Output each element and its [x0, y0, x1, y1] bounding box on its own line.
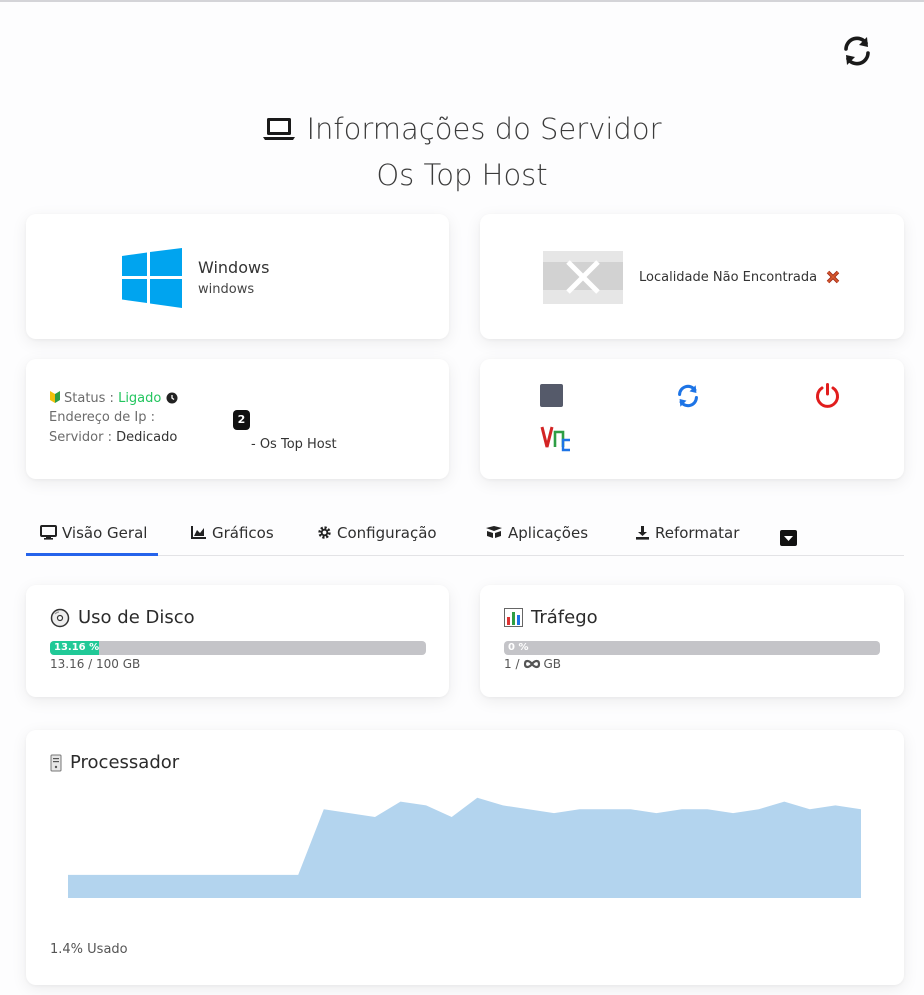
- refresh-page-icon[interactable]: [840, 34, 874, 68]
- cross-mark-icon: [826, 269, 840, 288]
- ip-label: Endereço de Ip :: [49, 410, 155, 425]
- restart-icon[interactable]: [675, 383, 701, 413]
- status-value: Ligado: [118, 391, 162, 406]
- tab-bar: Visão Geral Gráficos Configuração Aplica…: [26, 514, 904, 556]
- tab-dropdown-toggle[interactable]: [780, 530, 797, 546]
- disk-progress-bar: 13.16 %: [50, 641, 426, 655]
- disk-usage-text: 13.16 / 100 GB: [50, 657, 141, 671]
- status-row: Status : Ligado: [49, 390, 178, 408]
- traffic-usage-text: 1 / GB: [504, 657, 562, 671]
- processor-card: Processador 1.4% Usado: [26, 730, 904, 985]
- tab-aplicacoes[interactable]: Aplicações: [485, 514, 588, 556]
- gear-icon: [318, 526, 331, 539]
- stop-icon[interactable]: [540, 384, 563, 411]
- power-icon[interactable]: [814, 382, 841, 413]
- download-icon: [636, 526, 649, 540]
- server-value: Dedicado: [116, 430, 178, 445]
- boxes-icon: [486, 526, 502, 538]
- tab-label: Visão Geral: [62, 524, 148, 542]
- status-label: Status :: [64, 391, 114, 406]
- traffic-percent-label: 0 %: [508, 642, 529, 653]
- page-title-text: Informações do Servidor: [306, 112, 662, 146]
- vnc-icon[interactable]: [540, 423, 572, 457]
- count-badge: 2: [233, 408, 250, 430]
- disc-icon: [50, 608, 70, 627]
- tab-configuracao[interactable]: Configuração: [317, 514, 437, 556]
- server-tower-icon: [50, 754, 62, 771]
- cpu-area-series: [68, 797, 861, 898]
- os-card: Windows windows: [26, 214, 449, 339]
- clock-icon: [166, 392, 178, 408]
- infinity-icon: [523, 659, 540, 669]
- os-name: Windows: [198, 258, 270, 277]
- traffic-progress-bar: 0 %: [504, 641, 880, 655]
- server-row: Servidor : Dedicado: [49, 430, 177, 445]
- caret-down-icon: [784, 536, 793, 541]
- beginner-badge-icon: [49, 390, 61, 408]
- actions-card: [480, 359, 904, 479]
- tab-label: Gráficos: [212, 524, 274, 542]
- traffic-title: Tráfego: [504, 607, 598, 628]
- tab-reformatar[interactable]: Reformatar: [635, 514, 739, 556]
- tab-label: Configuração: [337, 524, 437, 542]
- disk-usage-card: Uso de Disco 13.16 % 13.16 / 100 GB: [26, 585, 449, 697]
- server-name: Os Top Host: [376, 158, 548, 192]
- processor-title: Processador: [50, 752, 179, 773]
- tab-label: Reformatar: [655, 524, 740, 542]
- location-card: Localidade Não Encontrada: [480, 214, 904, 339]
- windows-logo-icon: [122, 248, 182, 312]
- ip-row: Endereço de Ip :: [49, 410, 155, 425]
- server-label: Servidor :: [49, 430, 112, 445]
- missing-flag-icon: [543, 251, 623, 308]
- disk-progress-fill: 13.16 %: [50, 641, 100, 655]
- cpu-used-text: 1.4% Usado: [50, 942, 128, 957]
- host-tag: - Os Top Host: [251, 437, 337, 452]
- disk-title: Uso de Disco: [50, 607, 195, 628]
- location-text: Localidade Não Encontrada: [639, 270, 818, 285]
- bar-chart-icon: [504, 608, 523, 627]
- laptop-icon: [262, 115, 296, 149]
- tab-label: Aplicações: [508, 524, 589, 542]
- traffic-card: Tráfego 0 % 1 / GB: [480, 585, 904, 697]
- page-title: Informações do Servidor: [0, 112, 924, 149]
- tab-visao-geral[interactable]: Visão Geral: [26, 514, 158, 556]
- monitor-icon: [40, 525, 57, 540]
- tab-graficos[interactable]: Gráficos: [191, 514, 274, 556]
- area-chart-icon: [191, 526, 206, 539]
- os-subtitle: windows: [198, 282, 255, 297]
